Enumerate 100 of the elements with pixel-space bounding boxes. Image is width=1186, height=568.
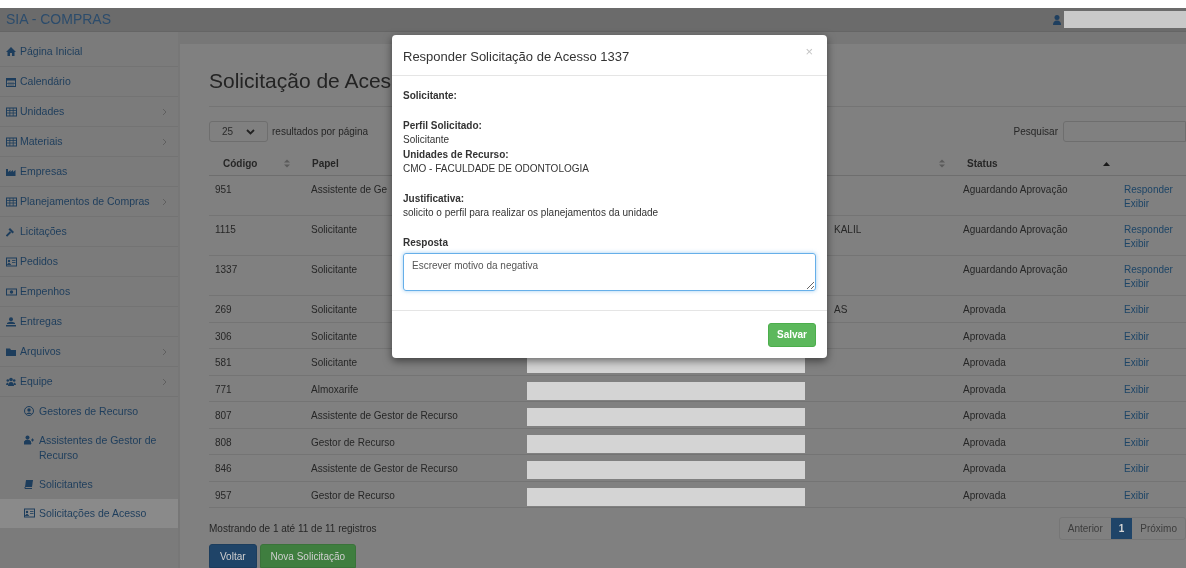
pagination-button[interactable]: Anterior — [1059, 518, 1111, 539]
sidebar-item[interactable]: Planejamentos de Compras — [0, 187, 178, 217]
action-link[interactable]: Responder — [1124, 223, 1173, 237]
sidebar-item[interactable]: Página Inicial — [0, 37, 178, 67]
user-plus-icon — [24, 435, 35, 445]
table-cell: Assistente de Gestor de Recurso — [311, 410, 458, 421]
action-link[interactable]: Exibir — [1124, 197, 1149, 211]
sidebar-item[interactable]: Pedidos — [0, 247, 178, 277]
table-cell: Aprovada — [963, 436, 1006, 448]
sidebar-item[interactable]: Calendário — [0, 67, 178, 97]
table-cell: 269 — [215, 304, 232, 315]
table-cell: Gestor de Recurso — [311, 489, 395, 501]
action-button[interactable]: Nova Solicitação — [259, 544, 357, 568]
table-cell: Aguardando Aprovação — [963, 184, 1068, 195]
table-cell: AS — [834, 304, 848, 315]
table-cell: 808 — [215, 436, 232, 448]
table-cell: 951 — [215, 184, 232, 195]
search-label: Pesquisar — [1013, 125, 1058, 139]
table-cell: Solicitante — [311, 304, 358, 315]
sidebar-item[interactable]: Empenhos — [0, 277, 178, 307]
action-link[interactable]: Responder — [1124, 263, 1173, 277]
sidebar-item[interactable]: Entregas — [0, 307, 178, 337]
id-card-icon — [6, 256, 17, 267]
table-cell: Assistente de Gestor de Recurso — [311, 463, 458, 474]
calendar-icon — [6, 76, 17, 87]
action-link[interactable]: Exibir — [1124, 356, 1149, 370]
app-title[interactable]: SIA - COMPRAS — [0, 9, 112, 30]
table-cell: Aprovada — [963, 304, 1006, 315]
table-cell: 581 — [215, 357, 232, 368]
sidebar-subitem[interactable]: Solicitações de Acesso — [0, 499, 178, 528]
table-cell: 771 — [215, 383, 232, 395]
table-cell: Aguardando Aprovação — [963, 264, 1068, 275]
table-cell: Solicitante — [311, 264, 358, 275]
table-cell: Aprovada — [963, 357, 1006, 368]
table-cell: 1115 — [215, 224, 236, 235]
table-cell: 306 — [215, 330, 232, 342]
sidebar-item[interactable]: Materiais — [0, 127, 178, 157]
page-size-select[interactable]: 25 — [209, 121, 268, 142]
field-label: Solicitante: — [403, 89, 457, 103]
user-icon — [1053, 14, 1061, 25]
table-cell: Almoxarife — [311, 383, 359, 395]
home-icon — [6, 46, 17, 57]
page-size-label: resultados por página — [272, 125, 369, 139]
sidebar-item[interactable]: Unidades — [0, 97, 178, 127]
person-desk-icon — [6, 316, 17, 327]
money-icon — [6, 286, 17, 297]
table-cell: Gestor de Recurso — [311, 436, 395, 448]
table-cell: 957 — [215, 489, 232, 501]
chart-icon — [6, 166, 17, 177]
table-cell: Solicitante — [311, 330, 358, 342]
close-button[interactable]: × — [805, 45, 813, 58]
table-cell: Aprovada — [963, 410, 1006, 421]
action-link[interactable]: Exibir — [1124, 409, 1149, 423]
action-link[interactable]: Exibir — [1124, 237, 1149, 251]
field-value: Solicitante — [403, 133, 450, 147]
table-cell: Aguardando Aprovação — [963, 224, 1068, 235]
action-link[interactable]: Exibir — [1124, 382, 1149, 397]
answer-label: Resposta — [403, 235, 449, 250]
action-button[interactable]: Voltar — [209, 544, 257, 568]
table-cell: Aprovada — [963, 383, 1006, 395]
save-button[interactable]: Salvar — [768, 322, 816, 347]
action-link[interactable]: Exibir — [1124, 277, 1149, 291]
folder-icon — [6, 346, 17, 357]
book-icon — [24, 479, 35, 489]
action-link[interactable]: Exibir — [1124, 462, 1149, 476]
table-icon — [6, 106, 17, 117]
action-link[interactable]: Exibir — [1124, 303, 1149, 317]
pagination-button[interactable]: Próximo — [1132, 518, 1185, 539]
answer-field[interactable]: Escrever motivo da negativa — [403, 252, 816, 291]
table-cell: Assistente de Ge — [311, 184, 388, 195]
users-icon — [6, 376, 17, 387]
action-link[interactable]: Responder — [1124, 183, 1173, 197]
table-icon — [6, 136, 17, 147]
pagination-button[interactable]: 1 — [1110, 518, 1133, 539]
sidebar-item[interactable]: Arquivos — [0, 337, 178, 367]
table-cell: Aprovada — [963, 489, 1006, 501]
id-card-icon — [24, 508, 35, 518]
column-header[interactable]: Status — [967, 156, 998, 171]
action-link[interactable]: Exibir — [1124, 329, 1149, 344]
action-link[interactable]: Exibir — [1124, 488, 1149, 503]
table-cell: Solicitante — [311, 357, 358, 368]
field-label: Justificativa: — [403, 191, 465, 206]
sidebar-item[interactable]: Licitações — [0, 217, 178, 247]
column-header[interactable]: Código — [223, 156, 258, 171]
sidebar-item[interactable]: Empresas — [0, 157, 178, 187]
table-cell: 807 — [215, 410, 232, 421]
modal-title: Responder Solicitação de Acesso 1337 — [403, 48, 630, 66]
table-cell: 1337 — [215, 264, 238, 275]
chevron-down-icon — [246, 128, 255, 135]
field-label: Perfil Solicitado: — [403, 118, 482, 133]
table-cell: 846 — [215, 463, 232, 474]
table-cell: Aprovada — [963, 463, 1006, 474]
table-cell: Solicitante — [311, 224, 358, 235]
field-label: Unidades de Recurso: — [403, 147, 509, 162]
gavel-icon — [6, 226, 17, 237]
user-circle-icon — [24, 406, 35, 416]
column-header[interactable]: Papel — [312, 156, 339, 171]
table-icon — [6, 196, 17, 207]
action-link[interactable]: Exibir — [1124, 435, 1149, 450]
page-title: Solicitação de Aces — [209, 68, 392, 94]
